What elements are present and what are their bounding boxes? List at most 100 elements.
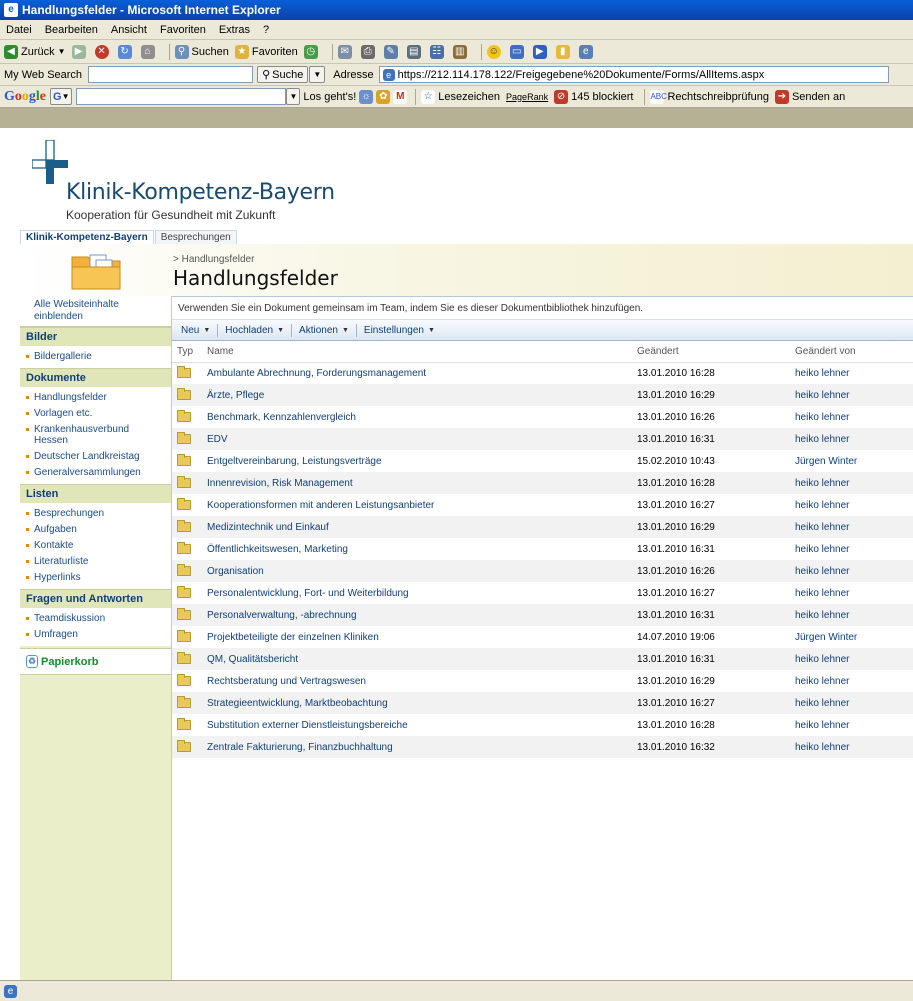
column-header-modified[interactable]: Geändert [632, 341, 790, 363]
modified-by-cell[interactable]: heiko lehner [790, 472, 913, 494]
name-cell[interactable]: Entgeltvereinbarung, Leistungsverträge [202, 450, 632, 472]
table-row[interactable]: Innenrevision, Risk Management 13.01.2010… [172, 472, 913, 494]
name-cell[interactable]: EDV [202, 428, 632, 450]
table-row[interactable]: Substitution externer Dienstleistungsber… [172, 714, 913, 736]
folder-icon[interactable] [177, 387, 191, 400]
recycle-bin-link[interactable]: ♻ Papierkorb [20, 648, 171, 675]
messenger-button[interactable]: ☷ [429, 44, 447, 59]
folder-icon[interactable] [177, 607, 191, 620]
table-row[interactable]: Strategieentwicklung, Marktbeobachtung 13… [172, 692, 913, 714]
menu-favoriten[interactable]: Favoriten [160, 24, 206, 36]
tab-besprechungen[interactable]: Besprechungen [154, 230, 237, 244]
suche-button[interactable]: ⚲ Suche [257, 66, 309, 83]
new-menu[interactable]: Neu ▼ [176, 325, 215, 336]
nav-heading-bilder[interactable]: Bilder [20, 327, 171, 346]
name-cell[interactable]: Benchmark, Kennzahlenvergleich [202, 406, 632, 428]
google-menu-button[interactable]: G ▼ [50, 88, 73, 105]
search-button[interactable]: ⚲ Suchen [174, 44, 229, 59]
folder-icon[interactable] [177, 541, 191, 554]
tab-home[interactable]: Klinik-Kompetenz-Bayern [20, 230, 154, 244]
folder-icon[interactable] [177, 695, 191, 708]
suche-dropdown[interactable]: ▼ [309, 66, 326, 83]
modified-by-cell[interactable]: heiko lehner [790, 692, 913, 714]
back-button[interactable]: ◀ Zurück ▼ [4, 44, 66, 59]
extension-icon[interactable]: ✿ [376, 89, 391, 104]
modified-by-cell[interactable]: heiko lehner [790, 362, 913, 384]
nav-heading-dokumente[interactable]: Dokumente [20, 368, 171, 387]
menu-ansicht[interactable]: Ansicht [111, 24, 147, 36]
home-button[interactable]: ⌂ [140, 44, 158, 59]
modified-by-cell[interactable]: Jürgen Winter [790, 450, 913, 472]
nav-heading-listen[interactable]: Listen [20, 484, 171, 503]
name-cell[interactable]: Ärzte, Pflege [202, 384, 632, 406]
actions-menu[interactable]: Aktionen ▼ [294, 325, 354, 336]
pagerank-indicator[interactable]: PageRank [506, 92, 548, 102]
news-icon[interactable]: ☼ [359, 89, 374, 104]
nav-item-vorlagen[interactable]: Vorlagen etc. [20, 406, 171, 422]
modified-by-cell[interactable]: heiko lehner [790, 714, 913, 736]
menu-extras[interactable]: Extras [219, 24, 250, 36]
modified-by-cell[interactable]: heiko lehner [790, 406, 913, 428]
page-button[interactable]: e [578, 44, 596, 59]
menu-bearbeiten[interactable]: Bearbeiten [45, 24, 98, 36]
address-input[interactable]: e https://212.114.178.122/Freigegebene%20… [378, 66, 889, 83]
history-button[interactable]: ◷ [303, 44, 321, 59]
folder-icon[interactable] [177, 497, 191, 510]
smiley-button[interactable]: ☺ [486, 44, 504, 59]
google-go-button[interactable]: Los geht's! [303, 91, 356, 103]
nav-item-handlungsfelder[interactable]: Handlungsfelder [20, 390, 171, 406]
name-cell[interactable]: Ambulante Abrechnung, Forderungsmanageme… [202, 362, 632, 384]
nav-item-literaturliste[interactable]: Literaturliste [20, 554, 171, 570]
modified-by-cell[interactable]: heiko lehner [790, 648, 913, 670]
nav-item-teamdiskussion[interactable]: Teamdiskussion [20, 611, 171, 627]
refresh-button[interactable]: ↻ [117, 44, 135, 59]
modified-by-cell[interactable]: heiko lehner [790, 384, 913, 406]
nav-item-hyperlinks[interactable]: Hyperlinks [20, 570, 171, 586]
name-cell[interactable]: Zentrale Fakturierung, Finanzbuchhaltung [202, 736, 632, 758]
modified-by-cell[interactable]: heiko lehner [790, 494, 913, 516]
table-row[interactable]: Benchmark, Kennzahlenvergleich 13.01.2010… [172, 406, 913, 428]
nav-item-generalversammlungen[interactable]: Generalversammlungen [20, 465, 171, 481]
mysearch-input[interactable] [88, 66, 254, 83]
mail-button[interactable]: ✉ [337, 44, 355, 59]
breadcrumb[interactable]: > Handlungsfelder [173, 254, 254, 265]
name-cell[interactable]: Personalverwaltung, -abrechnung [202, 604, 632, 626]
modified-by-cell[interactable]: heiko lehner [790, 582, 913, 604]
name-cell[interactable]: QM, Qualitätsbericht [202, 648, 632, 670]
gmail-icon[interactable]: M [393, 89, 408, 104]
table-row[interactable]: QM, Qualitätsbericht 13.01.2010 16:31 heik… [172, 648, 913, 670]
table-row[interactable]: Rechtsberatung und Vertragswesen 13.01.20… [172, 670, 913, 692]
folder-icon[interactable] [177, 739, 191, 752]
modified-by-cell[interactable]: Jürgen Winter [790, 626, 913, 648]
table-row[interactable]: Personalverwaltung, -abrechnung 13.01.201… [172, 604, 913, 626]
name-cell[interactable]: Rechtsberatung und Vertragswesen [202, 670, 632, 692]
modified-by-cell[interactable]: heiko lehner [790, 516, 913, 538]
column-header-modified-by[interactable]: Geändert von [790, 341, 913, 363]
nav-item-krankenhausverbund[interactable]: Krankenhausverbund Hessen [20, 422, 171, 449]
nav-item-besprechungen[interactable]: Besprechungen [20, 506, 171, 522]
table-row[interactable]: Kooperationsformen mit anderen Leistungs… [172, 494, 913, 516]
name-cell[interactable]: Öffentlichkeitswesen, Marketing [202, 538, 632, 560]
column-header-name[interactable]: Name [202, 341, 632, 363]
bookmarks-button[interactable]: Lesezeichen [438, 91, 500, 103]
stop-button[interactable]: ✕ [94, 44, 112, 59]
folder-icon[interactable] [177, 629, 191, 642]
folder-icon[interactable] [177, 651, 191, 664]
modified-by-cell[interactable]: heiko lehner [790, 538, 913, 560]
folder-icon[interactable] [177, 519, 191, 532]
modified-by-cell[interactable]: heiko lehner [790, 736, 913, 758]
table-row[interactable]: Öffentlichkeitswesen, Marketing 13.01.201… [172, 538, 913, 560]
monitor-button[interactable]: ▭ [509, 44, 527, 59]
forward-button[interactable]: ▶ [71, 44, 89, 59]
folder-icon[interactable] [177, 409, 191, 422]
send-button[interactable]: Senden an [792, 91, 845, 103]
name-cell[interactable]: Projektbeteiligte der einzelnen Kliniken [202, 626, 632, 648]
settings-menu[interactable]: Einstellungen ▼ [359, 325, 440, 336]
table-row[interactable]: Ärzte, Pflege 13.01.2010 16:29 heiko lehne… [172, 384, 913, 406]
nav-item-aufgaben[interactable]: Aufgaben [20, 522, 171, 538]
table-row[interactable]: Ambulante Abrechnung, Forderungsmanageme… [172, 362, 913, 384]
nav-item-landkreistag[interactable]: Deutscher Landkreistag [20, 449, 171, 465]
table-row[interactable]: Projektbeteiligte der einzelnen Kliniken… [172, 626, 913, 648]
table-row[interactable]: Medizintechnik und Einkauf 13.01.2010 16:… [172, 516, 913, 538]
table-row[interactable]: Personalentwicklung, Fort- und Weiterbil… [172, 582, 913, 604]
